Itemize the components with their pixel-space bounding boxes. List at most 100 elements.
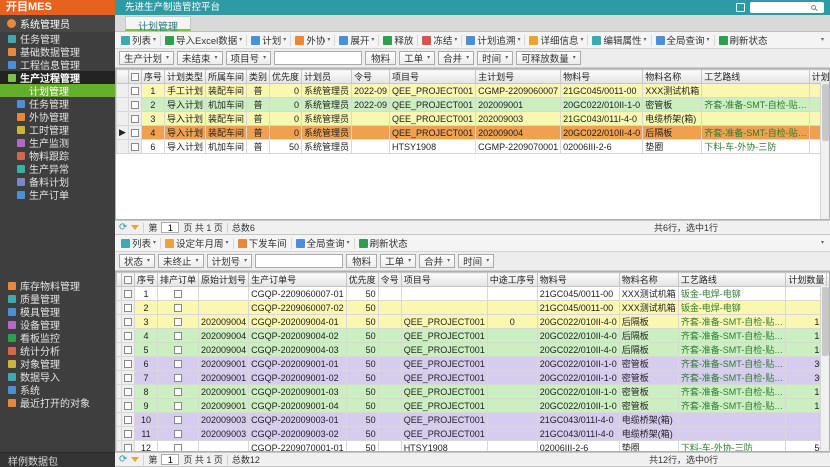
column-header[interactable]: 优先度 [269, 70, 301, 84]
schedule-checkbox[interactable] [174, 304, 182, 312]
column-header[interactable]: 序号 [135, 273, 158, 287]
status-filter[interactable]: 状态▾ [119, 254, 155, 268]
row-select-cell[interactable] [122, 329, 135, 343]
select-all-header[interactable] [122, 273, 135, 287]
list-button[interactable]: 列表▾ [118, 33, 159, 47]
refresh-icon[interactable]: ⟳ [119, 223, 127, 233]
not-finished-filter[interactable]: 未结束▾ [177, 51, 223, 65]
table-row[interactable]: 8202009001CGQP-202009001-0350QEE_PROJECT… [117, 385, 830, 399]
schedule-checkbox[interactable] [174, 388, 182, 396]
row-checkbox[interactable] [124, 402, 132, 410]
table-row[interactable]: 2导入计划机加车间普0系统管理员2022-09QEE_PROJECT001202… [117, 98, 830, 112]
time-filter[interactable]: 时间▾ [458, 254, 494, 268]
row-checkbox[interactable] [124, 318, 132, 326]
table-row[interactable]: 6202009001CGQP-202009001-0150QEE_PROJECT… [117, 357, 830, 371]
releasable-qty-filter[interactable]: 可释放数量▾ [516, 51, 581, 65]
filter-icon[interactable] [131, 225, 139, 230]
column-header[interactable]: 物料名称 [619, 273, 678, 287]
plan-trace-button[interactable]: 计划追溯▾ [463, 33, 523, 47]
row-checkbox[interactable] [131, 143, 139, 151]
schedule-checkbox[interactable] [174, 444, 182, 452]
field-filter[interactable]: 项目号▾ [226, 51, 272, 65]
select-all-checkbox[interactable] [124, 276, 132, 284]
column-header[interactable]: 工艺路线 [702, 70, 810, 84]
table-row[interactable]: 5202009004CGQP-202009004-0350QEE_PROJECT… [117, 343, 830, 357]
outsource-button[interactable]: 外协▾ [292, 33, 333, 47]
table-row[interactable]: 3导入计划装配车间普0系统管理员QEE_PROJECT0012020090032… [117, 112, 830, 126]
freeze-button[interactable]: 冻结▾ [419, 33, 460, 47]
column-header[interactable]: 物料号 [537, 273, 619, 287]
row-checkbox[interactable] [124, 304, 132, 312]
search-icon[interactable] [811, 5, 816, 10]
table-row[interactable]: 6导入计划机加车间普50系统管理员HTSY1908CGMP-2209070001… [117, 140, 830, 154]
column-header[interactable]: 类别 [246, 70, 269, 84]
global-search-button[interactable]: 全局查询▾ [653, 33, 713, 47]
schedule-checkbox[interactable] [174, 332, 182, 340]
table-row[interactable]: 9202009001CGQP-202009001-0450QEE_PROJECT… [117, 399, 830, 413]
table-row[interactable]: 1CGQP-2209060007-015021GC045/0011-00XXX测… [117, 287, 830, 301]
import-excel-button[interactable]: 导入Excel数据▾ [162, 33, 245, 47]
column-header[interactable]: 所属车间 [205, 70, 246, 84]
time-filter[interactable]: 时间▾ [477, 51, 513, 65]
table-row[interactable]: 12CGQP-2209070001-0150HTSY190802006III-2… [117, 441, 830, 453]
expand-button[interactable]: 展开▾ [336, 33, 377, 47]
row-select-cell[interactable] [122, 413, 135, 427]
schedule-checkbox[interactable] [174, 290, 182, 298]
row-select-cell[interactable] [122, 343, 135, 357]
row-checkbox[interactable] [124, 360, 132, 368]
schedule-checkbox[interactable] [174, 430, 182, 438]
row-checkbox[interactable] [124, 346, 132, 354]
row-select-cell[interactable] [122, 301, 135, 315]
merge-filter[interactable]: 合并▾ [419, 254, 455, 268]
vertical-scrollbar[interactable] [820, 286, 829, 451]
row-select-cell[interactable] [128, 84, 141, 98]
column-header[interactable]: 物料号 [561, 70, 643, 84]
set-period-button[interactable]: 设定年月周▾ [162, 236, 232, 250]
row-select-cell[interactable] [122, 385, 135, 399]
select-all-checkbox[interactable] [131, 73, 139, 81]
global-search-box[interactable] [750, 2, 824, 13]
schedule-checkbox[interactable] [174, 374, 182, 382]
sidebar-item-bottom-7[interactable]: 数据导入 [0, 370, 115, 383]
edit-attr-button[interactable]: 编辑属性▾ [589, 33, 649, 47]
row-select-cell[interactable] [122, 315, 135, 329]
column-header[interactable]: 项目号 [390, 70, 476, 84]
schedule-checkbox[interactable] [174, 416, 182, 424]
row-select-cell[interactable] [122, 287, 135, 301]
column-header[interactable]: 计划员 [302, 70, 352, 84]
column-header[interactable]: 中途工序号 [487, 273, 537, 287]
search-input[interactable] [753, 3, 811, 12]
detail-info-button[interactable]: 详细信息▾ [526, 33, 586, 47]
workorder-filter[interactable]: 工单▾ [399, 51, 435, 65]
schedule-checkbox[interactable] [174, 318, 182, 326]
row-checkbox[interactable] [131, 129, 139, 137]
sidebar-item-child-8[interactable]: 生产订单 [0, 188, 115, 201]
row-checkbox[interactable] [124, 416, 132, 424]
column-header[interactable]: 生产订单号 [249, 273, 347, 287]
vertical-scrollbar[interactable] [820, 83, 829, 219]
material-button[interactable]: 物料 [346, 254, 377, 268]
scrollbar-thumb[interactable] [822, 84, 829, 141]
schedule-checkbox[interactable] [174, 402, 182, 410]
row-checkbox[interactable] [124, 290, 132, 298]
sidebar-item-bottom-9[interactable]: 最近打开的对象 [0, 396, 115, 409]
row-select-cell[interactable] [128, 98, 141, 112]
not-terminated-filter[interactable]: 未终止▾ [158, 254, 204, 268]
tab-plan-management[interactable]: 计划管理 [125, 16, 191, 31]
column-header[interactable]: 工艺路线 [678, 273, 786, 287]
table-row[interactable]: ▶4导入计划装配车间普0系统管理员QEE_PROJECT001202009004… [117, 126, 830, 140]
row-checkbox[interactable] [124, 374, 132, 382]
page-input[interactable] [161, 454, 179, 465]
row-select-cell[interactable] [128, 140, 141, 154]
list-button[interactable]: 列表▾ [118, 236, 159, 250]
toolbar-overflow-icon[interactable]: ▾ [821, 37, 827, 43]
table-row[interactable]: 11202009003CGQP-202009003-0250QEE_PROJEC… [117, 427, 830, 441]
row-select-cell[interactable] [122, 427, 135, 441]
sidebar-item-sample-data[interactable]: 样例数据包 [0, 452, 115, 467]
column-header[interactable]: 计划数量 [809, 70, 830, 84]
select-all-header[interactable] [128, 70, 141, 84]
row-select-cell[interactable] [122, 357, 135, 371]
table-row[interactable]: 7202009001CGQP-202009001-0250QEE_PROJECT… [117, 371, 830, 385]
row-checkbox[interactable] [124, 430, 132, 438]
column-header[interactable]: 计划类型 [164, 70, 205, 84]
